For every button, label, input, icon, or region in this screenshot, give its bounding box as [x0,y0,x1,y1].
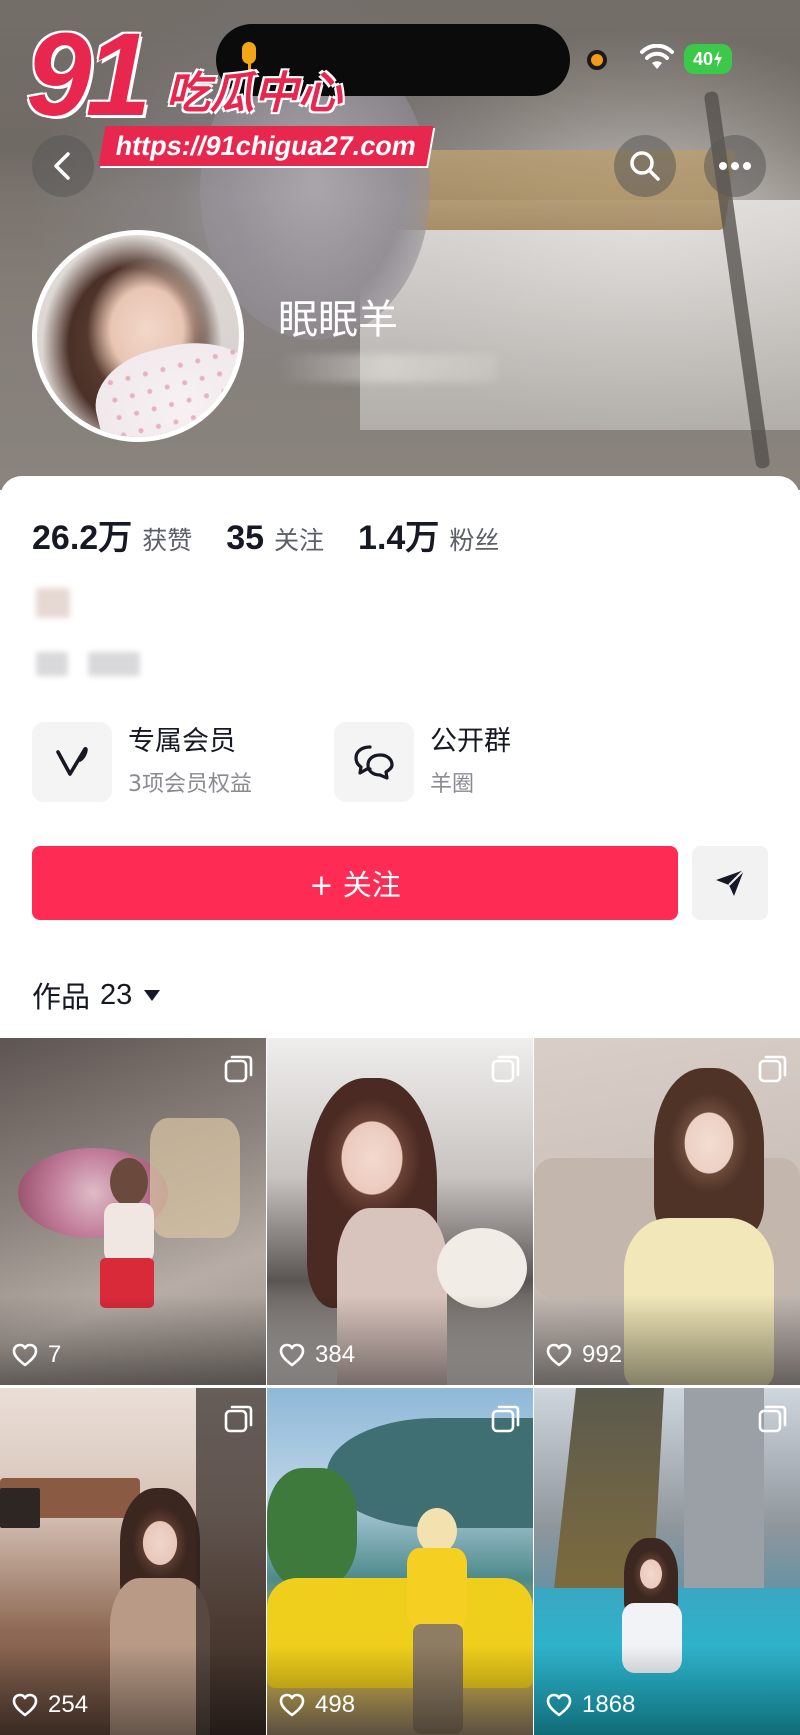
avatar[interactable] [32,230,244,442]
follow-button[interactable]: + 关注 [32,846,678,920]
post-like-count: 384 [315,1341,356,1368]
stat-followers-label: 粉丝 [449,526,500,555]
post-like-count: 992 [582,1341,623,1368]
stat-followers[interactable]: 1.4万 粉丝 [358,510,499,559]
back-button[interactable] [32,135,94,197]
stat-likes-value: 26.2万 [32,519,133,557]
heart-icon [546,1693,572,1717]
privacy-dot-icon [587,50,607,70]
bio-blurred-line [36,588,70,618]
post-like-count: 7 [48,1341,62,1368]
works-label: 作品 [32,980,91,1014]
bio-blurred-line [36,652,68,676]
search-icon [630,151,660,181]
heart-icon [279,1343,305,1367]
post-tile[interactable]: 7 [0,1038,266,1385]
stat-following[interactable]: 35 关注 [226,519,324,558]
group-chat-icon [354,745,394,780]
post-tile[interactable]: 992 [534,1038,800,1385]
tab-works[interactable]: 作品 23 [32,974,161,1016]
nickname: 眠眠羊 [278,297,398,343]
chevron-left-icon [54,152,70,180]
search-button[interactable] [614,135,676,197]
heart-icon [279,1693,305,1717]
stat-likes-label: 获赞 [142,526,193,555]
multi-image-icon [491,1405,520,1433]
bio-blurred-line [88,652,140,676]
stat-followers-value: 1.4万 [358,519,440,557]
member-subtitle: 3项会员权益 [128,772,252,797]
public-group-entry[interactable]: 公开群 羊圈 [334,722,511,802]
stat-following-value: 35 [226,519,265,557]
stat-following-label: 关注 [274,526,325,555]
heart-icon [12,1693,38,1717]
stat-likes: 26.2万 获赞 [32,510,192,559]
multi-image-icon [224,1405,253,1433]
more-dots-icon [719,162,751,170]
member-title: 专属会员 [128,726,236,757]
group-subtitle: 羊圈 [430,772,475,797]
multi-image-icon [491,1055,520,1083]
battery-indicator: 40 [684,44,732,74]
heart-icon [546,1343,572,1367]
post-like-count: 498 [315,1691,356,1718]
caret-down-icon [144,989,161,1001]
post-like-count: 254 [48,1691,89,1718]
account-id-blurred [278,354,498,382]
post-tile[interactable]: 384 [267,1038,533,1385]
more-options-button[interactable] [704,135,766,197]
post-tile[interactable]: 1868 [534,1388,800,1735]
watermark-number: 91 [26,9,151,141]
charging-bolt-icon [714,51,723,67]
battery-level: 40 [692,48,714,69]
v-member-icon [56,746,88,776]
post-tile[interactable]: 498 [267,1388,533,1735]
multi-image-icon [224,1055,253,1083]
member-entry[interactable]: 专属会员 3项会员权益 [32,722,252,802]
microphone-indicator-icon [242,42,256,64]
wifi-icon [640,44,674,69]
group-title: 公开群 [430,726,511,757]
send-icon [716,869,745,896]
post-tile[interactable]: 254 [0,1388,266,1735]
post-like-count: 1868 [582,1691,636,1718]
heart-icon [12,1343,38,1367]
multi-image-icon [758,1405,787,1433]
works-count: 23 [100,978,133,1011]
watermark-url: https://91chigua27.com [98,126,434,166]
share-button[interactable] [692,846,768,920]
multi-image-icon [758,1055,787,1083]
profile-stats: 26.2万 获赞 35 关注 1.4万 粉丝 [32,510,533,559]
posts-grid: 7 384 992 254 498 1868 [0,1038,800,1735]
watermark-brand: 吃瓜中心 [166,68,342,119]
